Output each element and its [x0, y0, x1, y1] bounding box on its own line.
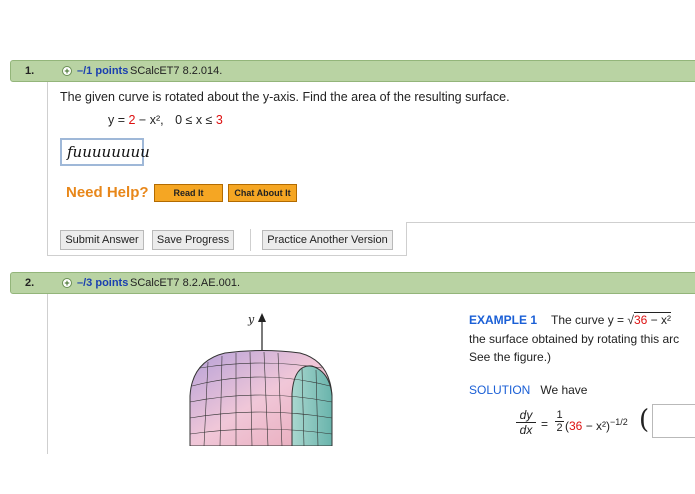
- answer-input[interactable]: fuuuuuuuu: [60, 138, 150, 166]
- equals-sign: =: [541, 417, 549, 431]
- solution-text: We have: [540, 383, 588, 397]
- dx: dx: [519, 423, 533, 437]
- half-den: 2: [556, 422, 563, 434]
- question-number: 1.: [25, 65, 35, 77]
- y-axis-label: y: [247, 313, 255, 326]
- submit-answer-button[interactable]: Submit Answer: [60, 230, 144, 250]
- solution-line: SOLUTION We have: [469, 383, 587, 397]
- surface-figure: y: [189, 313, 333, 446]
- example-text: The curve y = √: [551, 313, 634, 327]
- eq-part: 3: [215, 113, 223, 127]
- need-help-label: Need Help?: [66, 184, 149, 201]
- example-label: EXAMPLE 1: [469, 313, 538, 327]
- button-separator: [250, 229, 251, 251]
- eq-part: 0 ≤ x ≤: [175, 113, 216, 127]
- half-num: 1: [555, 409, 564, 422]
- eq-part: y =: [108, 113, 129, 127]
- question-code: SCalcET7 8.2.AE.001.: [130, 277, 241, 289]
- y-axis-arrow: [258, 313, 266, 322]
- expand-icon[interactable]: +: [62, 278, 72, 288]
- practice-another-version-button[interactable]: Practice Another Version: [262, 230, 393, 250]
- deriv-tail: − x²): [582, 419, 611, 433]
- read-it-button[interactable]: Read It: [154, 184, 223, 202]
- divider: [406, 222, 407, 256]
- deriv-red: 36: [569, 419, 583, 433]
- dy: dy: [516, 408, 536, 423]
- save-progress-button[interactable]: Save Progress: [152, 230, 234, 250]
- eq-part: − x²,: [135, 113, 168, 127]
- points-link[interactable]: –/3 points: [77, 277, 128, 289]
- chat-about-it-button[interactable]: Chat About It: [228, 184, 297, 202]
- example-tail: − x²: [647, 313, 671, 327]
- example-red: 36: [633, 313, 648, 327]
- half-fraction: 1 2: [555, 409, 564, 434]
- question-1-header: 1. + –/1 points SCalcET7 8.2.014.: [10, 60, 695, 82]
- answer-input-2[interactable]: [652, 404, 695, 438]
- divider: [406, 222, 695, 223]
- question-2-header: 2. + –/3 points SCalcET7 8.2.AE.001.: [10, 272, 695, 294]
- equation: y = 2 − x², 0 ≤ x ≤ 3: [108, 113, 223, 127]
- solution-label: SOLUTION: [469, 383, 531, 397]
- question-2-panel-border: [47, 294, 48, 454]
- derivative-expr: (36 − x²)−1/2: [565, 417, 628, 433]
- points-link[interactable]: –/1 points: [77, 65, 128, 77]
- example-line-3: See the figure.): [469, 350, 552, 364]
- question-code: SCalcET7 8.2.014.: [130, 65, 223, 77]
- question-number: 2.: [25, 277, 35, 289]
- example-line-1: EXAMPLE 1 The curve y = √36 − x²: [469, 312, 671, 327]
- question-prompt: The given curve is rotated about the y-a…: [60, 90, 510, 104]
- big-paren: (: [639, 405, 650, 435]
- deriv-exp: −1/2: [610, 417, 628, 427]
- expand-icon[interactable]: +: [62, 66, 72, 76]
- example-line-2: the surface obtained by rotating this ar…: [469, 332, 680, 346]
- dy-dx-fraction: dy dx: [516, 408, 536, 437]
